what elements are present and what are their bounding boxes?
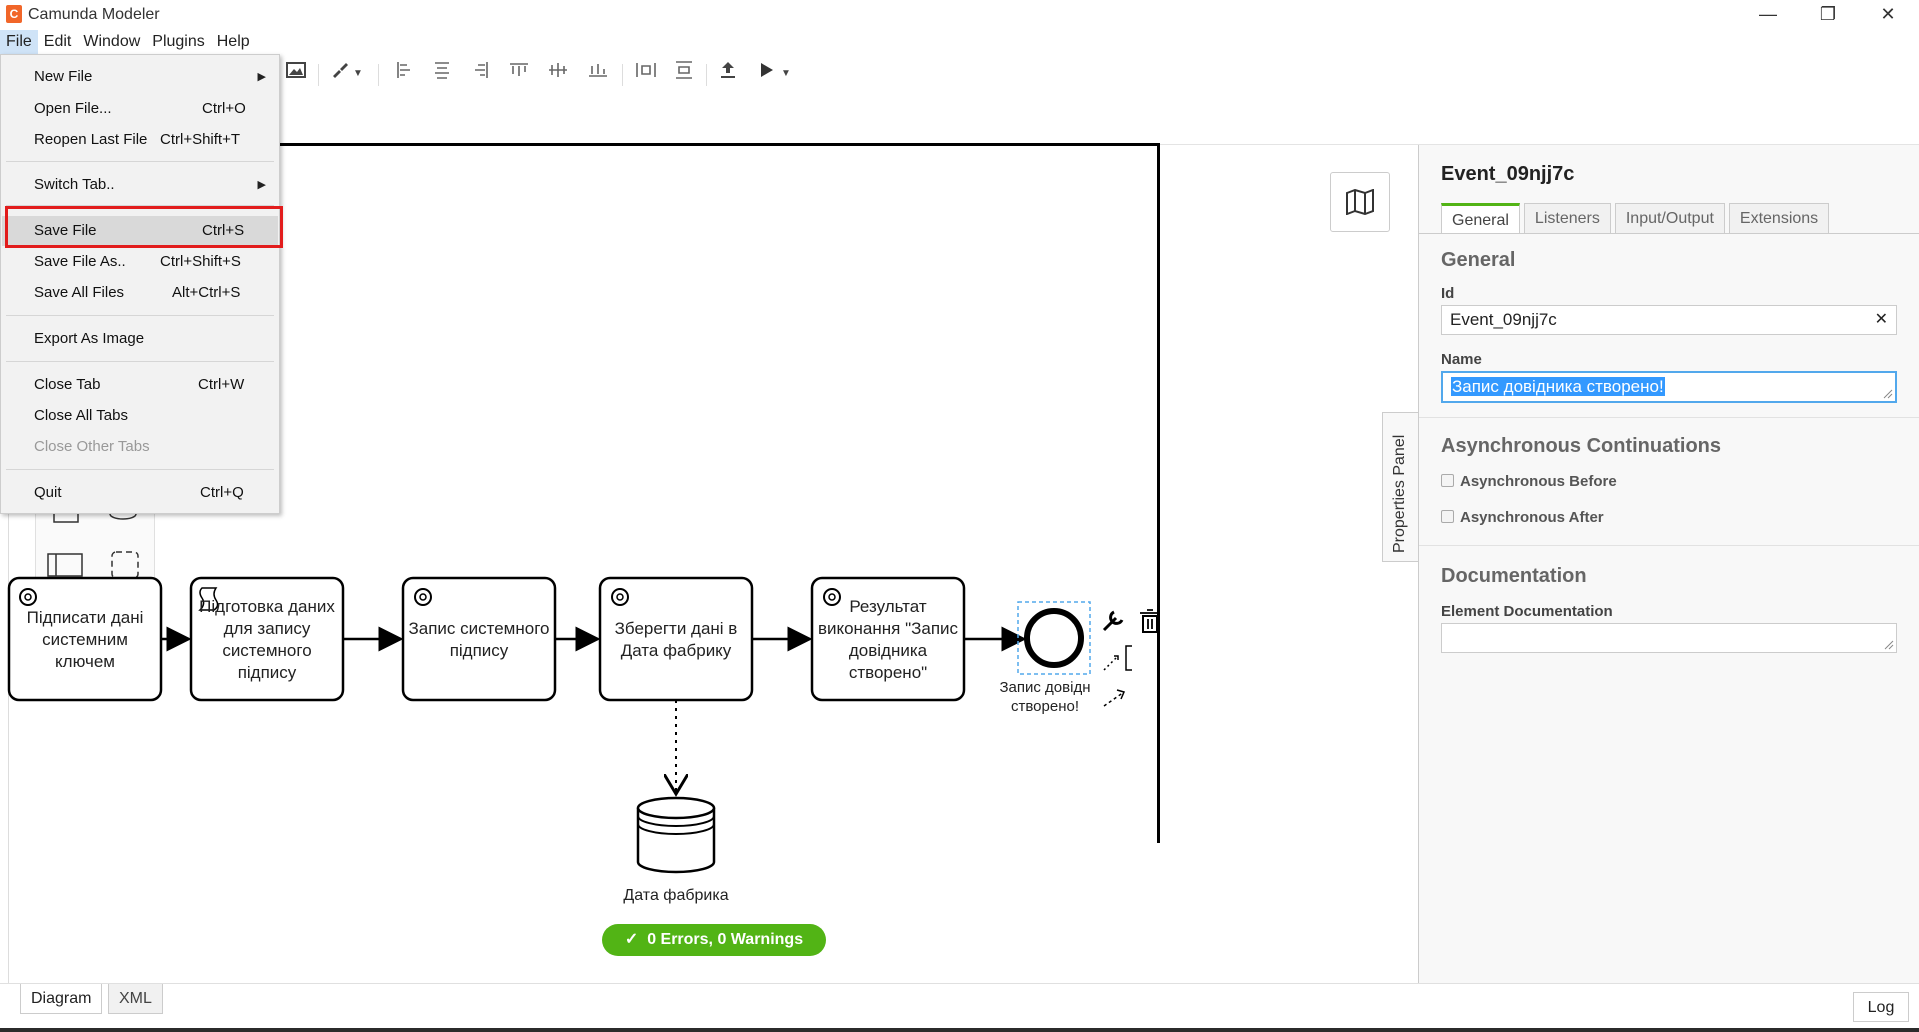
async-after-checkbox[interactable]: Asynchronous After bbox=[1441, 509, 1604, 526]
menu-item-switch-tab[interactable]: Switch Tab.. ▶ bbox=[2, 170, 278, 200]
minimize-button[interactable]: — bbox=[1738, 0, 1798, 30]
text-annotation-icon bbox=[1125, 645, 1132, 671]
properties-panel: Event_09njj7c General Listeners Input/Outp… bbox=[1418, 145, 1919, 983]
highlight-box bbox=[5, 206, 283, 248]
trash-icon bbox=[1140, 609, 1160, 633]
name-textarea[interactable]: Запис довідника створено! bbox=[1441, 371, 1897, 403]
end-event[interactable] bbox=[1024, 608, 1084, 668]
tab-input-output[interactable]: Input/Output bbox=[1614, 203, 1725, 233]
lint-status-badge[interactable]: ✓ 0 Errors, 0 Warnings bbox=[602, 924, 826, 956]
log-button[interactable]: Log bbox=[1853, 992, 1909, 1022]
task-label: Підготовка даних для запису системного п… bbox=[199, 597, 335, 682]
properties-panel-toggle-label: Properties Panel bbox=[1391, 434, 1408, 553]
tab-listeners[interactable]: Listeners bbox=[1523, 203, 1611, 233]
menu-item-export-as-image[interactable]: Export As Image bbox=[2, 324, 278, 354]
id-input[interactable]: Event_09njj7c ✕ bbox=[1441, 305, 1897, 335]
datastore-shape[interactable] bbox=[636, 796, 716, 874]
datastore-label: Дата фабрика bbox=[623, 887, 729, 904]
group-async-title: Asynchronous Continuations bbox=[1441, 435, 1721, 457]
element-documentation-label: Element Documentation bbox=[1441, 603, 1613, 620]
resize-handle-icon bbox=[1883, 389, 1893, 399]
menu-item-close-other-tabs: Close Other Tabs bbox=[34, 438, 150, 455]
submenu-arrow-icon: ▶ bbox=[257, 179, 266, 191]
connect-icon bbox=[1103, 655, 1119, 671]
task-label: Запис системного підпису bbox=[408, 619, 550, 660]
close-button[interactable]: ✕ bbox=[1858, 0, 1918, 30]
restore-button[interactable]: ❐ bbox=[1798, 0, 1858, 30]
wrench-icon bbox=[1102, 610, 1124, 632]
file-menu: New File ▶ Open File... Ctrl+O Reopen Last… bbox=[0, 54, 280, 514]
clear-icon[interactable]: ✕ bbox=[1875, 306, 1888, 334]
async-before-checkbox[interactable]: Asynchronous Before bbox=[1441, 473, 1617, 490]
id-label: Id bbox=[1441, 285, 1455, 302]
resize-handle-icon bbox=[1884, 640, 1894, 650]
task-label: Результат виконання "Запис довідника ств… bbox=[817, 597, 959, 682]
menu-item-new-file[interactable]: New File ▶ bbox=[2, 62, 278, 92]
check-icon: ✓ bbox=[624, 931, 639, 948]
tab-extensions[interactable]: Extensions bbox=[1728, 203, 1830, 233]
element-title: Event_09njj7c bbox=[1441, 163, 1575, 185]
menu-item-reopen-last-file[interactable]: Reopen Last File Ctrl+Shift+T bbox=[2, 125, 278, 155]
element-documentation-textarea[interactable] bbox=[1441, 623, 1897, 653]
menu-item-save-all-files[interactable]: Save All Files Alt+Ctrl+S bbox=[2, 278, 278, 308]
group-general-title: General bbox=[1441, 249, 1516, 271]
context-pad[interactable] bbox=[1102, 609, 1160, 707]
properties-panel-toggle[interactable]: Properties Panel bbox=[1382, 412, 1418, 562]
end-event-label: Запис довідн створено! bbox=[999, 679, 1091, 715]
submenu-arrow-icon: ▶ bbox=[257, 71, 266, 83]
tab-diagram[interactable]: Diagram bbox=[20, 984, 103, 1014]
menu-item-open-file[interactable]: Open File... Ctrl+O bbox=[2, 94, 278, 124]
menu-item-close-all-tabs[interactable]: Close All Tabs bbox=[2, 401, 278, 431]
menu-item-quit[interactable]: Quit Ctrl+Q bbox=[2, 478, 278, 508]
menu-item-save-file-as[interactable]: Save File As.. Ctrl+Shift+S bbox=[2, 247, 278, 277]
name-label: Name bbox=[1441, 351, 1482, 368]
menu-item-close-tab[interactable]: Close Tab Ctrl+W bbox=[2, 370, 278, 400]
bottom-bar: Diagram XML Log bbox=[0, 983, 1919, 1032]
properties-tabs: General Listeners Input/Output Extensions bbox=[1441, 203, 1833, 233]
tab-general[interactable]: General bbox=[1441, 203, 1520, 233]
tab-xml[interactable]: XML bbox=[108, 984, 163, 1014]
group-documentation-title: Documentation bbox=[1441, 565, 1587, 587]
task-label: Зберегти дані в Дата фабрику bbox=[614, 619, 738, 660]
lint-status-text: 0 Errors, 0 Warnings bbox=[647, 931, 804, 948]
task-label: Підписати дані системним ключем bbox=[26, 608, 144, 671]
